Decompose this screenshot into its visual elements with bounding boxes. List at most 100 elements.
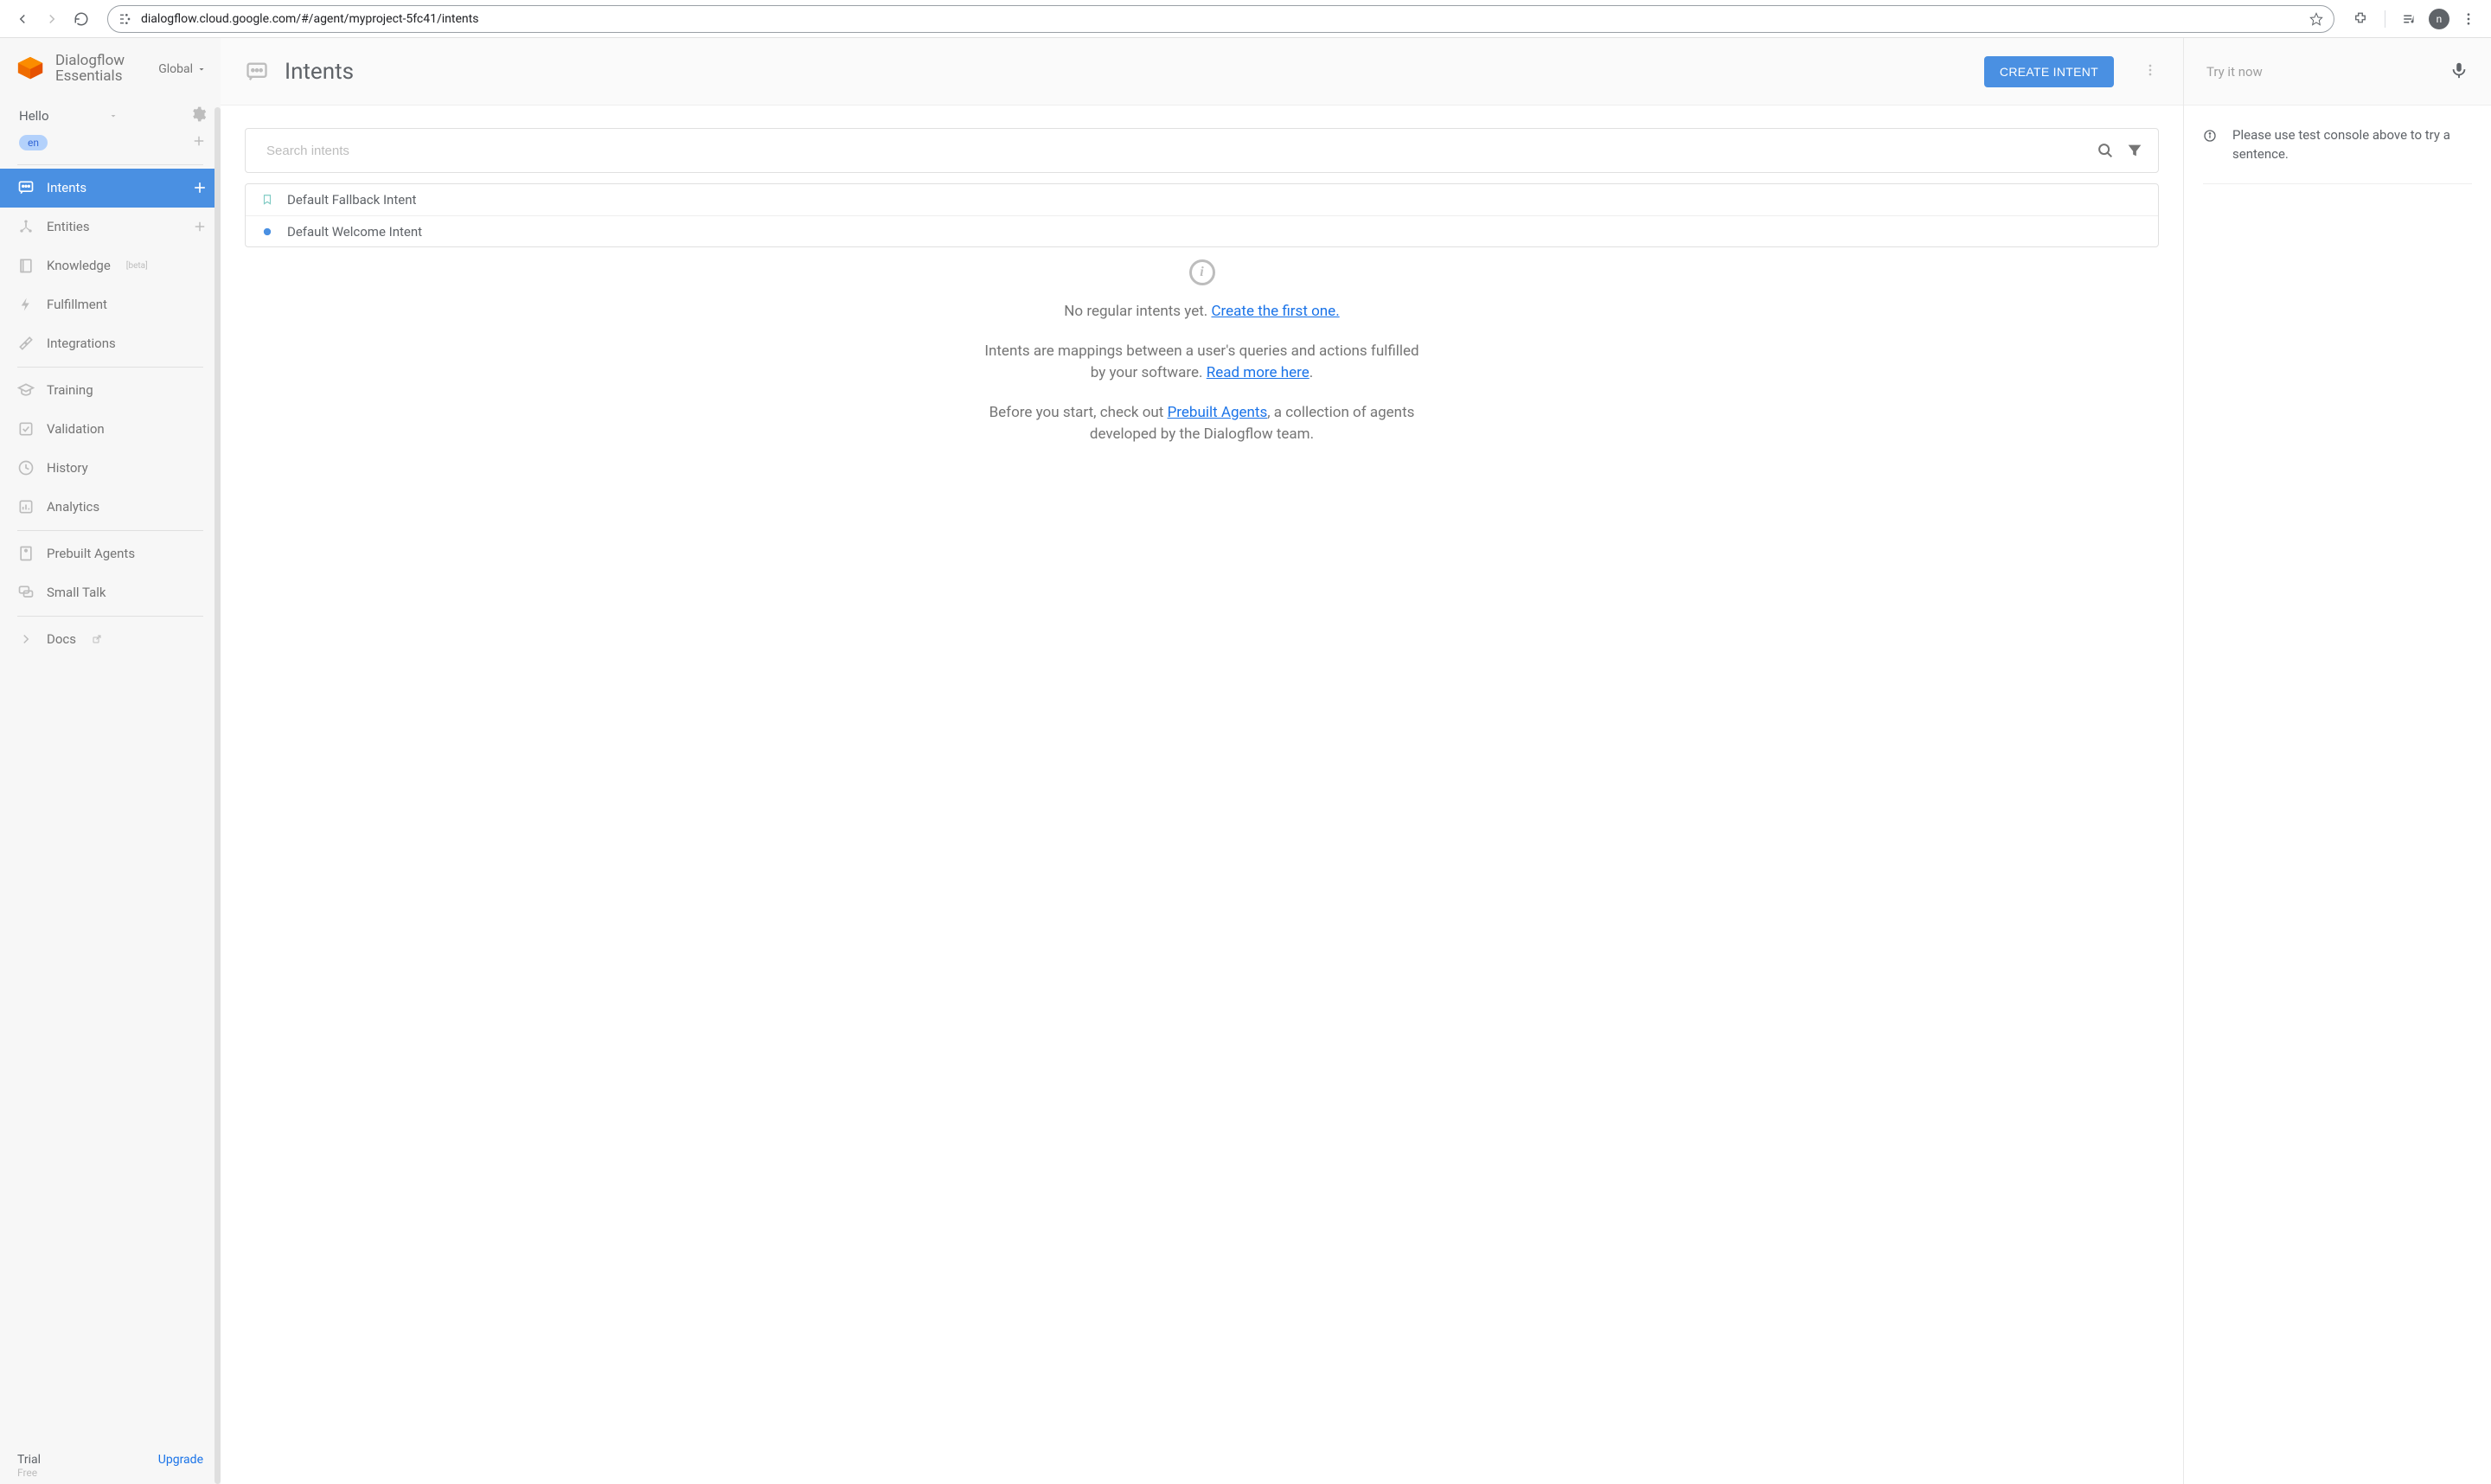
- create-intent-button[interactable]: CREATE INTENT: [1984, 56, 2114, 87]
- microphone-button[interactable]: [2449, 61, 2469, 83]
- prebuilt-agents-link[interactable]: Prebuilt Agents: [1168, 404, 1268, 421]
- welcome-intent-icon: [261, 226, 273, 238]
- kebab-icon: [2142, 61, 2159, 79]
- sidebar-item-intents[interactable]: Intents: [0, 169, 221, 208]
- sidebar-item-label: Docs: [47, 631, 76, 647]
- filter-icon[interactable]: [2125, 141, 2144, 160]
- add-language-button[interactable]: [191, 133, 207, 152]
- browser-back-button[interactable]: [10, 7, 35, 31]
- extensions-icon[interactable]: [2348, 7, 2373, 31]
- browser-forward-button[interactable]: [40, 7, 64, 31]
- add-intent-button[interactable]: [191, 179, 208, 196]
- page-title: Intents: [285, 59, 354, 85]
- sidebar-footer: Trial Free Upgrade: [0, 1444, 221, 1484]
- intent-row-fallback[interactable]: Default Fallback Intent: [246, 184, 2158, 215]
- empty-line-3: Before you start, check out Prebuilt Age…: [977, 402, 1427, 446]
- sidebar-item-entities[interactable]: Entities: [0, 208, 221, 246]
- sidebar-item-analytics[interactable]: Analytics: [0, 488, 221, 527]
- gear-icon: [189, 106, 207, 123]
- avatar-letter: n: [2437, 13, 2443, 25]
- info-icon: i: [1189, 259, 1215, 285]
- sidebar-item-label: Analytics: [47, 499, 99, 515]
- sidebar-item-integrations[interactable]: Integrations: [0, 324, 221, 363]
- sidebar-item-fulfillment[interactable]: Fulfillment: [0, 285, 221, 324]
- sidebar-item-docs[interactable]: Docs: [0, 620, 221, 659]
- sidebar-item-validation[interactable]: Validation: [0, 410, 221, 449]
- plus-icon: [191, 179, 208, 196]
- entities-icon: [17, 218, 35, 235]
- divider: [17, 367, 203, 368]
- content-area: Intents CREATE INTENT: [221, 38, 2184, 1484]
- empty-line-1: No regular intents yet. Create the first…: [245, 301, 2159, 323]
- sidebar-item-small-talk[interactable]: Small Talk: [0, 573, 221, 612]
- knowledge-icon: [17, 257, 35, 274]
- sidebar-item-label: Entities: [47, 219, 90, 234]
- beta-badge: [beta]: [126, 261, 148, 271]
- sidebar-item-training[interactable]: Training: [0, 371, 221, 410]
- empty-state: i No regular intents yet. Create the fir…: [245, 259, 2159, 446]
- external-link-icon: [92, 634, 102, 644]
- info-icon: [2203, 129, 2217, 143]
- plan-sub: Free: [17, 1467, 41, 1479]
- browser-reload-button[interactable]: [69, 7, 93, 31]
- language-chip[interactable]: en: [19, 135, 48, 150]
- sidebar: Dialogflow Essentials Global Hello en: [0, 38, 221, 1484]
- plan-name: Trial: [17, 1453, 41, 1467]
- validation-icon: [17, 420, 35, 438]
- try-it-now-input[interactable]: Try it now: [2206, 64, 2263, 80]
- site-controls-icon[interactable]: [118, 12, 132, 26]
- brand-text: Dialogflow Essentials: [55, 54, 125, 85]
- empty-line-2: Intents are mappings between a user's qu…: [977, 341, 1427, 385]
- microphone-icon: [2449, 61, 2469, 80]
- intent-row-welcome[interactable]: Default Welcome Intent: [246, 215, 2158, 246]
- try-hint-text: Please use test console above to try a s…: [2232, 126, 2472, 164]
- region-dropdown[interactable]: Global: [158, 62, 207, 76]
- sidebar-item-knowledge[interactable]: Knowledge [beta]: [0, 246, 221, 285]
- media-control-icon[interactable]: [2398, 7, 2422, 31]
- browser-toolbar: dialogflow.cloud.google.com/#/agent/mypr…: [0, 0, 2491, 38]
- brand-block[interactable]: Dialogflow Essentials Global: [0, 38, 221, 97]
- fallback-intent-icon: [261, 194, 273, 206]
- content-header: Intents CREATE INTENT: [221, 38, 2183, 106]
- divider: [17, 164, 203, 165]
- fulfillment-icon: [17, 296, 35, 313]
- intent-name: Default Welcome Intent: [287, 224, 422, 240]
- try-header: Try it now: [2184, 38, 2491, 106]
- search-icon[interactable]: [2096, 141, 2115, 160]
- content-body: Default Fallback Intent Default Welcome …: [221, 106, 2183, 1484]
- agent-settings-button[interactable]: [189, 106, 207, 126]
- sidebar-item-history[interactable]: History: [0, 449, 221, 488]
- upgrade-link[interactable]: Upgrade: [158, 1453, 203, 1467]
- chevron-down-icon: [108, 111, 118, 121]
- chevron-right-icon: [17, 630, 35, 648]
- divider: [17, 616, 203, 617]
- sidebar-scrollbar[interactable]: [215, 107, 221, 1484]
- browser-address-bar[interactable]: dialogflow.cloud.google.com/#/agent/mypr…: [107, 5, 2334, 33]
- sidebar-item-label: Fulfillment: [47, 297, 107, 312]
- main-column: Intents CREATE INTENT: [221, 38, 2491, 1484]
- sidebar-item-label: Intents: [47, 180, 86, 195]
- sidebar-item-label: Validation: [47, 421, 105, 437]
- create-first-intent-link[interactable]: Create the first one.: [1211, 303, 1339, 320]
- read-more-link[interactable]: Read more here: [1207, 364, 1310, 381]
- profile-avatar[interactable]: n: [2429, 9, 2449, 29]
- plus-icon: [192, 219, 208, 234]
- agent-dropdown[interactable]: Hello: [19, 108, 118, 124]
- header-more-button[interactable]: [2142, 61, 2159, 82]
- sidebar-item-prebuilt-agents[interactable]: Prebuilt Agents: [0, 534, 221, 573]
- plus-icon: [191, 133, 207, 149]
- dialogflow-logo-icon: [16, 54, 45, 84]
- divider: [17, 530, 203, 531]
- intent-list: Default Fallback Intent Default Welcome …: [245, 183, 2159, 247]
- agent-name-label: Hello: [19, 108, 49, 124]
- prebuilt-agents-icon: [17, 545, 35, 562]
- intents-icon: [17, 179, 35, 196]
- try-panel: Try it now Please use test console above…: [2184, 38, 2491, 1484]
- intents-header-icon: [245, 60, 269, 84]
- integrations-icon: [17, 335, 35, 352]
- try-hint: Please use test console above to try a s…: [2203, 126, 2472, 184]
- browser-menu-icon[interactable]: [2456, 7, 2481, 31]
- search-intents-input[interactable]: [266, 144, 2085, 158]
- add-entity-button[interactable]: [191, 218, 208, 235]
- bookmark-star-icon[interactable]: [2309, 12, 2323, 26]
